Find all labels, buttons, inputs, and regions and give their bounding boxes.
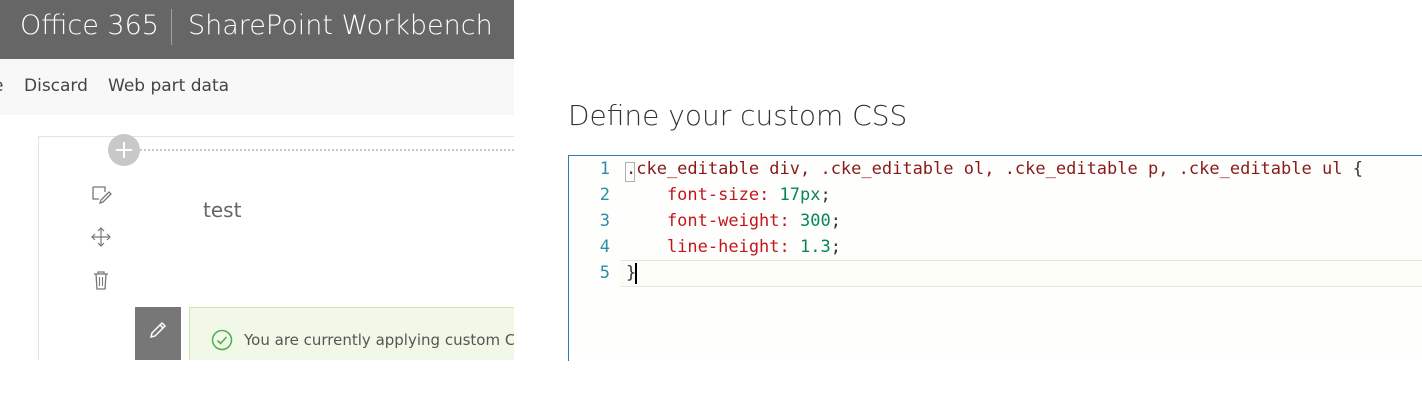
edit-properties-button[interactable] xyxy=(135,307,181,361)
suite-divider xyxy=(171,9,172,45)
edit-webpart-icon[interactable] xyxy=(90,183,112,205)
line-number: 3 xyxy=(599,211,610,231)
suite-brand[interactable]: Office 365 xyxy=(20,10,159,41)
css-colon: : xyxy=(779,237,801,257)
line-number: 4 xyxy=(599,237,610,257)
pencil-icon xyxy=(149,321,167,339)
command-partial-button[interactable]: e xyxy=(0,76,3,96)
discard-button[interactable]: Discard xyxy=(24,76,88,96)
add-webpart-button[interactable] xyxy=(108,134,140,166)
bottom-overlay xyxy=(0,360,514,416)
semicolon: ; xyxy=(830,211,841,231)
css-property: font-size xyxy=(626,185,760,205)
semicolon: ; xyxy=(820,185,831,205)
move-icon[interactable] xyxy=(90,226,112,248)
line-number: 1 xyxy=(599,159,610,179)
css-colon: : xyxy=(779,211,801,231)
css-property: line-height xyxy=(626,237,780,257)
plus-icon xyxy=(116,142,132,158)
line-number: 5 xyxy=(599,263,610,283)
code-line-4[interactable]: line-height: 1.3; xyxy=(626,234,841,260)
panel-title: Define your custom CSS xyxy=(568,99,908,132)
code-line-1[interactable]: .cke_editable div, .cke_editable ol, .ck… xyxy=(626,156,1363,182)
line-number: 2 xyxy=(599,185,610,205)
css-value: 300 xyxy=(800,211,831,231)
open-brace: { xyxy=(1352,159,1363,179)
css-value: 17px xyxy=(779,185,821,205)
code-line-2[interactable]: font-size: 17px; xyxy=(626,182,831,208)
code-line-3[interactable]: font-weight: 300; xyxy=(626,208,841,234)
active-line-highlight xyxy=(620,260,1422,287)
add-zone-divider xyxy=(140,149,514,151)
suite-title[interactable]: SharePoint Workbench xyxy=(188,10,493,41)
css-selector: .cke_editable div, .cke_editable ol, .ck… xyxy=(626,159,1353,179)
semicolon: ; xyxy=(830,237,841,257)
text-cursor xyxy=(635,263,637,284)
checkmark-circle-icon xyxy=(211,329,233,351)
web-part-data-button[interactable]: Web part data xyxy=(108,76,229,96)
message-text: You are currently applying custom CSS xyxy=(244,331,514,349)
css-colon: : xyxy=(759,185,780,205)
webpart-content-text: test xyxy=(203,198,242,222)
delete-icon[interactable] xyxy=(90,269,112,291)
css-property: font-weight xyxy=(626,211,780,231)
workbench-area: Office 365 SharePoint Workbench e Discar… xyxy=(0,0,514,416)
css-value: 1.3 xyxy=(800,237,831,257)
